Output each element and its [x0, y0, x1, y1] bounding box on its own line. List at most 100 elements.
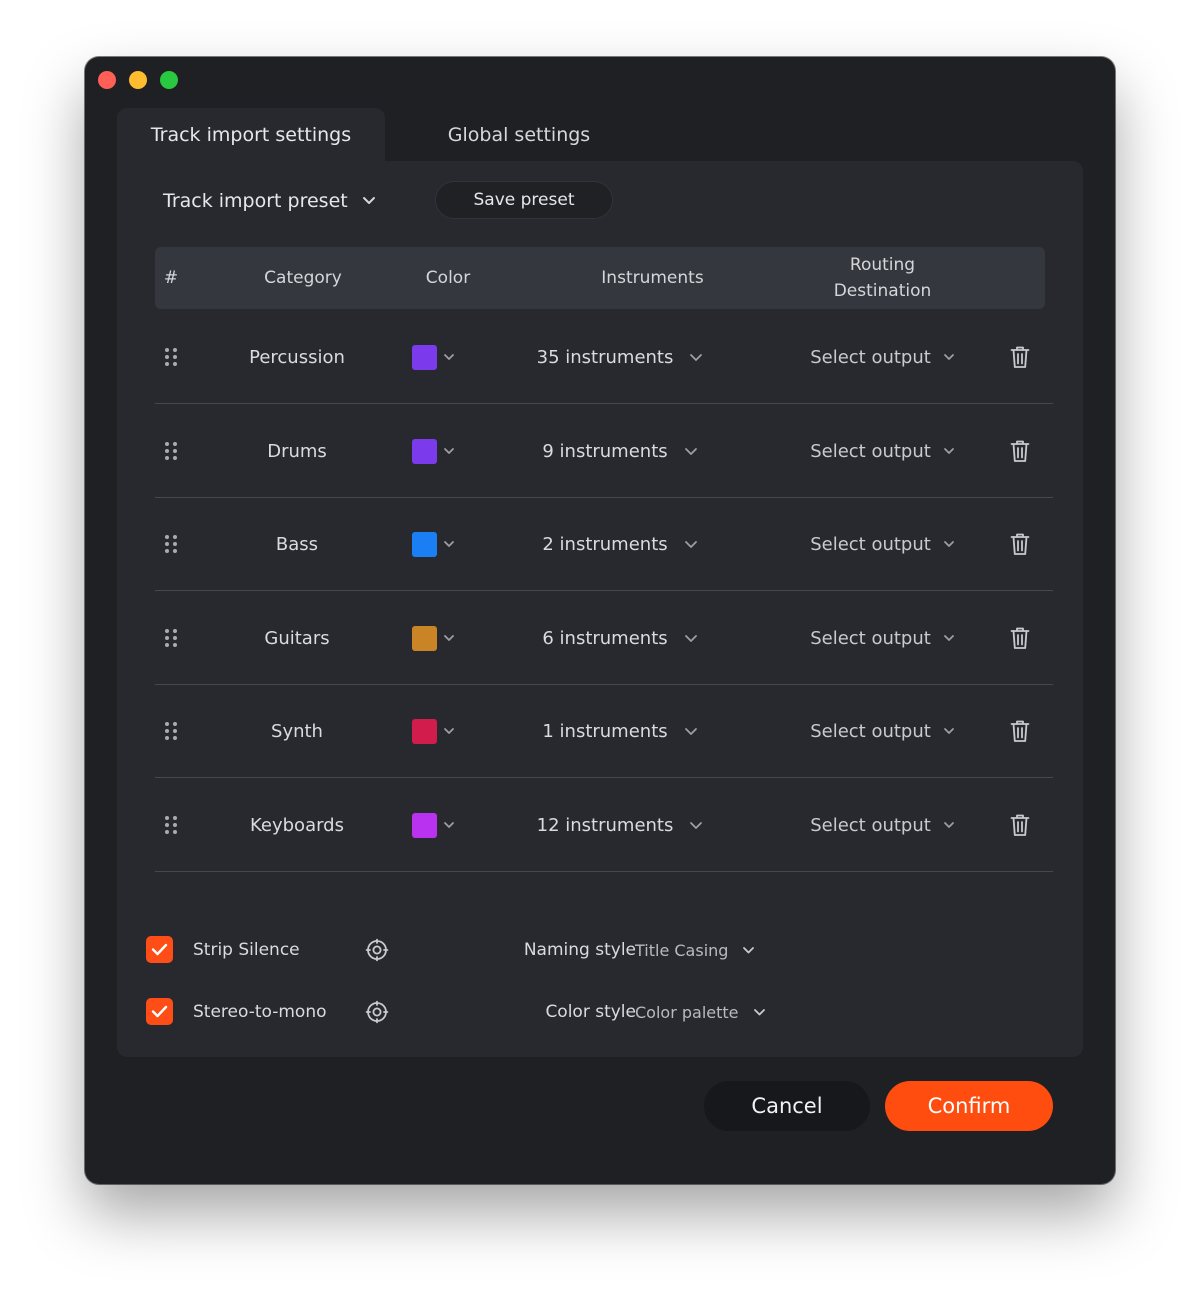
routing-output-value: Select output: [810, 346, 931, 368]
strip-silence-option: Strip Silence Naming style Title Casing: [146, 935, 1046, 965]
minimize-window-button[interactable]: [129, 71, 147, 89]
track-import-preset-dropdown[interactable]: Track import preset: [163, 181, 376, 221]
table-row: Bass 2 instruments Select output: [155, 497, 1053, 591]
chevron-down-icon: [684, 634, 697, 642]
color-picker-dropdown[interactable]: [412, 497, 462, 591]
table-row: Keyboards 12 instruments Select output: [155, 778, 1053, 872]
strip-silence-checkbox[interactable]: [146, 936, 173, 963]
routing-output-dropdown[interactable]: Select output: [795, 684, 970, 778]
routing-output-dropdown[interactable]: Select output: [795, 778, 970, 872]
chevron-down-icon: [943, 822, 954, 828]
table-row: Synth 1 instruments Select output: [155, 684, 1053, 778]
stereo-to-mono-checkbox[interactable]: [146, 998, 173, 1025]
category-name: Keyboards: [250, 814, 344, 836]
routing-output-dropdown[interactable]: Select output: [795, 497, 970, 591]
trash-icon[interactable]: [1007, 310, 1033, 404]
color-swatch: [412, 812, 437, 838]
category-name: Guitars: [264, 627, 330, 649]
naming-style-dropdown[interactable]: Title Casing: [635, 935, 755, 965]
tab-global-settings[interactable]: Global settings: [385, 108, 653, 162]
column-header-category: Category: [264, 268, 342, 288]
drag-handle-icon[interactable]: [163, 310, 179, 404]
chevron-down-icon: [943, 448, 954, 454]
trash-icon[interactable]: [1007, 684, 1033, 778]
column-header-instruments: Instruments: [601, 268, 704, 288]
chevron-down-icon: [444, 635, 454, 641]
routing-output-value: Select output: [810, 533, 931, 555]
trash-icon[interactable]: [1007, 404, 1033, 498]
zoom-window-button[interactable]: [160, 71, 178, 89]
routing-header-line-1: Routing: [849, 255, 916, 275]
gear-icon[interactable]: [365, 1000, 389, 1024]
chevron-down-icon: [444, 354, 454, 360]
chevron-down-icon: [943, 728, 954, 734]
chevron-down-icon: [684, 447, 697, 455]
table-header: # Category Color Instruments Routing Des…: [155, 247, 1045, 309]
instruments-dropdown[interactable]: 6 instruments: [520, 591, 720, 685]
instruments-count: 6 instruments: [542, 627, 668, 649]
category-name: Percussion: [249, 346, 345, 368]
routing-output-value: Select output: [810, 627, 931, 649]
instruments-count: 1 instruments: [542, 720, 668, 742]
table-row: Drums 9 instruments Select output: [155, 404, 1053, 498]
color-swatch: [412, 625, 437, 651]
category-name: Drums: [267, 440, 327, 462]
chevron-down-icon: [444, 541, 454, 547]
table-row: Percussion 35 instruments Select output: [155, 310, 1053, 404]
color-picker-dropdown[interactable]: [412, 591, 462, 685]
drag-handle-icon[interactable]: [163, 497, 179, 591]
instruments-dropdown[interactable]: 2 instruments: [520, 497, 720, 591]
instruments-dropdown[interactable]: 12 instruments: [520, 778, 720, 872]
instruments-dropdown[interactable]: 9 instruments: [520, 404, 720, 498]
chevron-down-icon: [444, 448, 454, 454]
color-picker-dropdown[interactable]: [412, 778, 462, 872]
tab-track-import-settings[interactable]: Track import settings: [117, 108, 385, 162]
instruments-dropdown[interactable]: 1 instruments: [520, 684, 720, 778]
chevron-down-icon: [943, 354, 954, 360]
naming-style-label: Naming style: [523, 940, 636, 960]
color-style-dropdown[interactable]: Color palette: [635, 997, 766, 1027]
import-settings-window: Track import settings Global settings Tr…: [85, 57, 1115, 1184]
trash-icon[interactable]: [1007, 778, 1033, 872]
color-style-label: Color style: [545, 1002, 636, 1022]
color-picker-dropdown[interactable]: [412, 404, 462, 498]
table-row: Guitars 6 instruments Select output: [155, 591, 1053, 685]
track-import-panel: Track import preset Save preset # Catego…: [117, 161, 1083, 1057]
drag-handle-icon[interactable]: [163, 684, 179, 778]
color-picker-dropdown[interactable]: [412, 684, 462, 778]
close-window-button[interactable]: [98, 71, 116, 89]
drag-handle-icon[interactable]: [163, 591, 179, 685]
chevron-down-icon: [444, 822, 454, 828]
preset-row: Track import preset Save preset: [163, 181, 1083, 221]
gear-icon[interactable]: [365, 938, 389, 962]
chevron-down-icon: [753, 1008, 765, 1015]
category-name: Synth: [271, 720, 323, 742]
naming-style-value: Title Casing: [635, 940, 729, 960]
column-header-routing-destination: Routing Destination: [795, 247, 970, 309]
chevron-down-icon: [690, 821, 703, 829]
save-preset-button[interactable]: Save preset: [435, 181, 613, 219]
color-style-value: Color palette: [635, 1002, 739, 1022]
column-header-number: #: [163, 268, 179, 288]
color-swatch: [412, 438, 437, 464]
instruments-dropdown[interactable]: 35 instruments: [520, 310, 720, 404]
color-swatch: [412, 344, 437, 370]
instruments-count: 12 instruments: [536, 814, 674, 836]
chevron-down-icon: [743, 946, 755, 953]
instruments-count: 35 instruments: [536, 346, 674, 368]
routing-output-dropdown[interactable]: Select output: [795, 404, 970, 498]
chevron-down-icon: [684, 540, 697, 548]
routing-output-dropdown[interactable]: Select output: [795, 310, 970, 404]
color-swatch: [412, 718, 437, 744]
checkmark-icon: [151, 943, 168, 956]
cancel-button[interactable]: Cancel: [704, 1081, 870, 1131]
trash-icon[interactable]: [1007, 591, 1033, 685]
color-picker-dropdown[interactable]: [412, 310, 462, 404]
category-name: Bass: [275, 533, 319, 555]
column-header-color: Color: [425, 268, 471, 288]
routing-output-dropdown[interactable]: Select output: [795, 591, 970, 685]
drag-handle-icon[interactable]: [163, 778, 179, 872]
drag-handle-icon[interactable]: [163, 404, 179, 498]
trash-icon[interactable]: [1007, 497, 1033, 591]
confirm-button[interactable]: Confirm: [885, 1081, 1053, 1131]
